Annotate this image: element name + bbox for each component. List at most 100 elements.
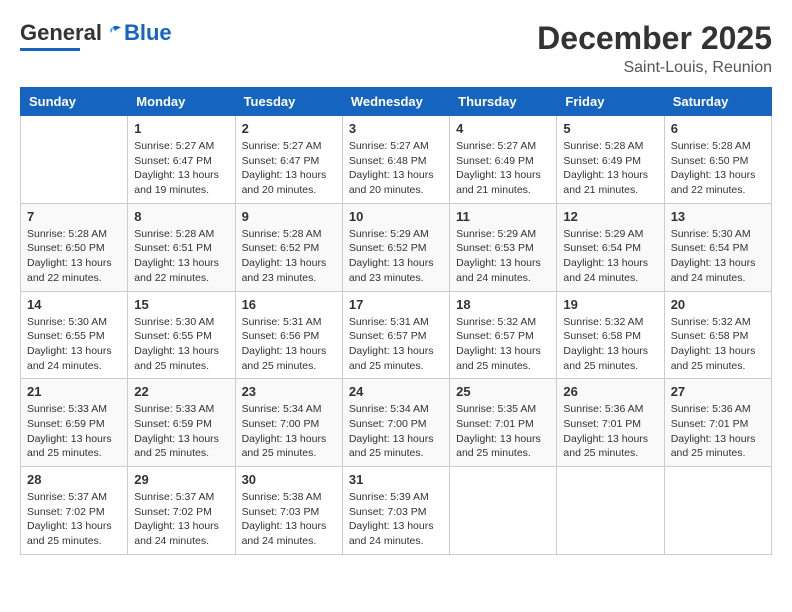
calendar-cell: 28Sunrise: 5:37 AM Sunset: 7:02 PM Dayli… [21, 467, 128, 555]
day-number: 22 [134, 384, 228, 399]
day-number: 31 [349, 472, 443, 487]
day-number: 20 [671, 297, 765, 312]
logo-divider [20, 48, 80, 51]
calendar-week-row: 21 Sunrise: 5:33 AM Sunset: 6:59 PM Dayli… [21, 379, 772, 467]
weekday-header-sunday: Sunday [21, 88, 128, 116]
day-info: Sunrise: 5:31 AM Sunset: 6:57 PM Dayligh… [349, 315, 443, 374]
calendar-cell: 31 Sunrise: 5:39 AM Sunset: 7:03 PM Dayli… [342, 467, 449, 555]
day-info: Sunrise: 5:39 AM Sunset: 7:03 PM Dayligh… [349, 490, 443, 549]
day-number: 8 [134, 209, 228, 224]
month-year-title: December 2025 [537, 20, 772, 57]
page-header: General Blue December 2025 Saint-Louis, … [20, 20, 772, 77]
calendar-cell: 14 Sunrise: 5:30 AM Sunset: 6:55 PM Dayli… [21, 291, 128, 379]
day-info: Sunrise: 5:27 AM Sunset: 6:47 PM Dayligh… [134, 139, 228, 198]
calendar-cell: 16 Sunrise: 5:31 AM Sunset: 6:56 PM Dayli… [235, 291, 342, 379]
calendar-cell: 15Sunrise: 5:30 AM Sunset: 6:55 PM Dayli… [128, 291, 235, 379]
calendar-cell: 21 Sunrise: 5:33 AM Sunset: 6:59 PM Dayli… [21, 379, 128, 467]
calendar-cell: 3 Sunrise: 5:27 AM Sunset: 6:48 PM Daylig… [342, 116, 449, 204]
day-number: 9 [242, 209, 336, 224]
calendar-cell: 20Sunrise: 5:32 AM Sunset: 6:58 PM Dayli… [664, 291, 771, 379]
day-info: Sunrise: 5:36 AM Sunset: 7:01 PM Dayligh… [671, 402, 765, 461]
day-info: Sunrise: 5:33 AM Sunset: 6:59 PM Dayligh… [27, 402, 121, 461]
day-number: 1 [134, 121, 228, 136]
day-number: 14 [27, 297, 121, 312]
calendar-cell: 11 Sunrise: 5:29 AM Sunset: 6:53 PM Dayli… [450, 203, 557, 291]
day-number: 15 [134, 297, 228, 312]
calendar-cell: 17 Sunrise: 5:31 AM Sunset: 6:57 PM Dayli… [342, 291, 449, 379]
day-number: 11 [456, 209, 550, 224]
calendar-cell: 19 Sunrise: 5:32 AM Sunset: 6:58 PM Dayli… [557, 291, 664, 379]
calendar-cell: 23Sunrise: 5:34 AM Sunset: 7:00 PM Dayli… [235, 379, 342, 467]
location-subtitle: Saint-Louis, Reunion [537, 59, 772, 77]
calendar-cell: 22Sunrise: 5:33 AM Sunset: 6:59 PM Dayli… [128, 379, 235, 467]
day-number: 26 [563, 384, 657, 399]
day-number: 24 [349, 384, 443, 399]
day-number: 4 [456, 121, 550, 136]
weekday-header-row: SundayMondayTuesdayWednesdayThursdayFrid… [21, 88, 772, 116]
day-info: Sunrise: 5:34 AM Sunset: 7:00 PM Dayligh… [242, 402, 336, 461]
day-info: Sunrise: 5:34 AM Sunset: 7:00 PM Dayligh… [349, 402, 443, 461]
calendar-cell: 9Sunrise: 5:28 AM Sunset: 6:52 PM Daylig… [235, 203, 342, 291]
logo-blue: Blue [124, 20, 172, 46]
day-number: 5 [563, 121, 657, 136]
weekday-header-wednesday: Wednesday [342, 88, 449, 116]
day-info: Sunrise: 5:27 AM Sunset: 6:48 PM Dayligh… [349, 139, 443, 198]
day-number: 3 [349, 121, 443, 136]
calendar-cell: 7 Sunrise: 5:28 AM Sunset: 6:50 PM Daylig… [21, 203, 128, 291]
calendar-cell [557, 467, 664, 555]
calendar-cell: 12Sunrise: 5:29 AM Sunset: 6:54 PM Dayli… [557, 203, 664, 291]
calendar-week-row: 14 Sunrise: 5:30 AM Sunset: 6:55 PM Dayli… [21, 291, 772, 379]
calendar-week-row: 1 Sunrise: 5:27 AM Sunset: 6:47 PM Daylig… [21, 116, 772, 204]
day-number: 18 [456, 297, 550, 312]
calendar-cell: 1 Sunrise: 5:27 AM Sunset: 6:47 PM Daylig… [128, 116, 235, 204]
day-number: 25 [456, 384, 550, 399]
day-info: Sunrise: 5:31 AM Sunset: 6:56 PM Dayligh… [242, 315, 336, 374]
day-info: Sunrise: 5:27 AM Sunset: 6:49 PM Dayligh… [456, 139, 550, 198]
logo: General Blue [20, 20, 172, 51]
weekday-header-saturday: Saturday [664, 88, 771, 116]
day-number: 17 [349, 297, 443, 312]
logo-bird-icon [103, 23, 123, 43]
day-number: 6 [671, 121, 765, 136]
calendar-cell: 5Sunrise: 5:28 AM Sunset: 6:49 PM Daylig… [557, 116, 664, 204]
calendar-cell: 18 Sunrise: 5:32 AM Sunset: 6:57 PM Dayli… [450, 291, 557, 379]
calendar-cell: 10Sunrise: 5:29 AM Sunset: 6:52 PM Dayli… [342, 203, 449, 291]
day-info: Sunrise: 5:36 AM Sunset: 7:01 PM Dayligh… [563, 402, 657, 461]
calendar-cell: 25 Sunrise: 5:35 AM Sunset: 7:01 PM Dayli… [450, 379, 557, 467]
day-info: Sunrise: 5:35 AM Sunset: 7:01 PM Dayligh… [456, 402, 550, 461]
weekday-header-thursday: Thursday [450, 88, 557, 116]
day-info: Sunrise: 5:32 AM Sunset: 6:57 PM Dayligh… [456, 315, 550, 374]
calendar-cell: 8 Sunrise: 5:28 AM Sunset: 6:51 PM Daylig… [128, 203, 235, 291]
calendar-cell [664, 467, 771, 555]
day-info: Sunrise: 5:28 AM Sunset: 6:50 PM Dayligh… [671, 139, 765, 198]
calendar-week-row: 7 Sunrise: 5:28 AM Sunset: 6:50 PM Daylig… [21, 203, 772, 291]
calendar-cell: 29 Sunrise: 5:37 AM Sunset: 7:02 PM Dayli… [128, 467, 235, 555]
day-info: Sunrise: 5:37 AM Sunset: 7:02 PM Dayligh… [134, 490, 228, 549]
day-number: 29 [134, 472, 228, 487]
day-number: 19 [563, 297, 657, 312]
calendar-cell: 6 Sunrise: 5:28 AM Sunset: 6:50 PM Daylig… [664, 116, 771, 204]
calendar-cell: 26 Sunrise: 5:36 AM Sunset: 7:01 PM Dayli… [557, 379, 664, 467]
day-number: 30 [242, 472, 336, 487]
day-number: 13 [671, 209, 765, 224]
title-area: December 2025 Saint-Louis, Reunion [537, 20, 772, 77]
weekday-header-tuesday: Tuesday [235, 88, 342, 116]
calendar-table: SundayMondayTuesdayWednesdayThursdayFrid… [20, 87, 772, 555]
weekday-header-monday: Monday [128, 88, 235, 116]
day-info: Sunrise: 5:28 AM Sunset: 6:50 PM Dayligh… [27, 227, 121, 286]
day-info: Sunrise: 5:29 AM Sunset: 6:54 PM Dayligh… [563, 227, 657, 286]
day-number: 7 [27, 209, 121, 224]
day-info: Sunrise: 5:30 AM Sunset: 6:55 PM Dayligh… [27, 315, 121, 374]
day-number: 2 [242, 121, 336, 136]
day-info: Sunrise: 5:32 AM Sunset: 6:58 PM Dayligh… [563, 315, 657, 374]
calendar-cell: 4 Sunrise: 5:27 AM Sunset: 6:49 PM Daylig… [450, 116, 557, 204]
day-number: 16 [242, 297, 336, 312]
calendar-cell: 27Sunrise: 5:36 AM Sunset: 7:01 PM Dayli… [664, 379, 771, 467]
day-number: 21 [27, 384, 121, 399]
day-info: Sunrise: 5:38 AM Sunset: 7:03 PM Dayligh… [242, 490, 336, 549]
day-info: Sunrise: 5:29 AM Sunset: 6:53 PM Dayligh… [456, 227, 550, 286]
calendar-cell: 24 Sunrise: 5:34 AM Sunset: 7:00 PM Dayli… [342, 379, 449, 467]
calendar-week-row: 28Sunrise: 5:37 AM Sunset: 7:02 PM Dayli… [21, 467, 772, 555]
day-info: Sunrise: 5:28 AM Sunset: 6:51 PM Dayligh… [134, 227, 228, 286]
day-info: Sunrise: 5:37 AM Sunset: 7:02 PM Dayligh… [27, 490, 121, 549]
